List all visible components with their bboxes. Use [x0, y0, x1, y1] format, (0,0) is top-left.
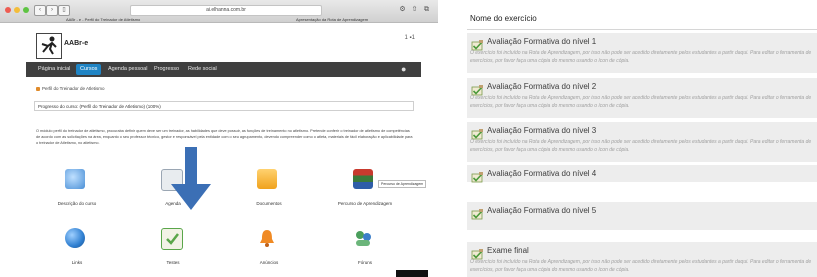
exercise-row[interactable]: Avaliação Formativa do nível 4 [467, 165, 817, 183]
globe-icon [65, 228, 85, 248]
books-icon [353, 169, 373, 189]
user-menu-icon[interactable]: ● [401, 64, 411, 74]
exercise-list-panel: Nome do exercício Avaliação Formativa do… [461, 0, 817, 277]
course-description: O módulo perfil do treinador de atletism… [36, 129, 413, 145]
sidebar-icon[interactable]: ▯ [58, 5, 70, 16]
tests-icon [161, 228, 183, 250]
close-window-icon[interactable] [5, 7, 11, 13]
forward-icon[interactable]: › [46, 5, 58, 16]
exercise-note: O exercício foi incluído na Rota de Apre… [470, 50, 812, 64]
tool-label: Anúncios [259, 260, 279, 265]
menu-item-agenda[interactable]: Agenda pessoal [108, 62, 147, 77]
exercise-name[interactable]: Avaliação Formativa do nível 2 [487, 82, 596, 91]
menu-item-courses[interactable]: Cursos [76, 64, 102, 75]
exercise-note: O exercício foi incluído na Rota de Apre… [470, 139, 812, 153]
menu-item-home[interactable]: Página inicial [38, 62, 70, 77]
address-bar[interactable]: ai.elhanna.com.br [130, 5, 322, 16]
course-icon [36, 86, 40, 91]
tool-label: Links [71, 260, 83, 265]
tool-course-description[interactable]: Descrição do curso [42, 169, 112, 215]
course-progress: Progresso do curso: (Perfil do Treinador… [34, 101, 414, 111]
exercise-row[interactable]: Avaliação Formativa do nível 2 O exercíci… [467, 78, 817, 118]
site-header: AABr-e 1 ▪1 [26, 27, 421, 61]
tool-label: Documentos [256, 201, 282, 206]
breadcrumb-label: Perfil do Treinador de Atletismo [42, 86, 105, 91]
tab-course[interactable]: AABr - e - Perfil do Treinador de Atleti… [66, 17, 140, 22]
tool-label: Testes [166, 260, 180, 265]
forum-icon [353, 228, 373, 248]
annotation-arrow-shaft [185, 147, 197, 187]
exercise-name[interactable]: Avaliação Formativa do nível 3 [487, 126, 596, 135]
menu-item-social[interactable]: Rede social [188, 62, 217, 77]
exercise-row[interactable]: Avaliação Formativa do nível 1 O exercíci… [467, 33, 817, 73]
menu-item-progress[interactable]: Progresso [154, 62, 179, 77]
folder-icon [257, 169, 277, 189]
tool-label: Fóruns [357, 260, 372, 265]
annotation-arrow-icon [171, 184, 211, 210]
bell-icon [257, 228, 277, 248]
share-icon[interactable]: ⇧ [410, 5, 419, 14]
exercise-row[interactable]: Avaliação Formativa do nível 3 O exercíci… [467, 122, 817, 162]
back-icon[interactable]: ‹ [34, 5, 46, 16]
tool-documents[interactable]: Documentos [234, 169, 304, 215]
tool-links[interactable]: Links [42, 228, 112, 274]
exercise-icon [471, 247, 484, 260]
exercise-row[interactable]: Avaliação Formativa do nível 5 [467, 202, 817, 230]
exercise-icon [471, 83, 484, 96]
tool-announcements[interactable]: Anúncios [234, 228, 304, 274]
exercise-row[interactable]: Exame final O exercício foi incluído na R… [467, 242, 817, 277]
athlete-logo-icon[interactable] [36, 33, 62, 59]
tooltip: Percurso de Aprendizagem [378, 180, 427, 188]
tabs-icon[interactable]: ⧉ [422, 5, 431, 14]
exercise-icon [471, 38, 484, 51]
settings-icon[interactable]: ⚙ [398, 5, 407, 14]
breadcrumb[interactable]: Perfil do Treinador de Atletismo [36, 86, 105, 91]
tool-learning-path[interactable]: Percurso de Aprendizagem [330, 169, 400, 215]
overlay-bar [396, 270, 428, 277]
exercise-list-header: Nome do exercício [470, 14, 537, 23]
exercise-note: O exercício foi incluído na Rota de Apre… [470, 259, 812, 273]
site-logo-text: AABr-e [64, 40, 89, 47]
main-menu: Página inicial Cursos Agenda pessoal Pro… [26, 62, 421, 77]
exercise-icon [471, 170, 484, 183]
browser-toolbar: ‹ › ▯ ai.elhanna.com.br ⚙ ⇧ ⧉ AABr - e -… [0, 0, 438, 23]
exercise-note: O exercício foi incluído na Rota de Apre… [470, 95, 812, 109]
maximize-window-icon[interactable] [23, 7, 29, 13]
course-description-icon [65, 169, 85, 189]
tool-tests[interactable]: Testes [138, 228, 208, 274]
tool-label: Descrição do curso [57, 201, 97, 206]
exercise-name[interactable]: Exame final [487, 246, 529, 255]
exercise-name[interactable]: Avaliação Formativa do nível 4 [487, 169, 596, 178]
notification-icons[interactable]: 1 ▪1 [405, 35, 415, 41]
tool-forums[interactable]: Fóruns [330, 228, 400, 274]
exercise-name[interactable]: Avaliação Formativa do nível 1 [487, 37, 596, 46]
minimize-window-icon[interactable] [14, 7, 20, 13]
browser-screenshot-panel: ‹ › ▯ ai.elhanna.com.br ⚙ ⇧ ⧉ AABr - e -… [0, 0, 438, 277]
header-divider [467, 29, 817, 30]
exercise-icon [471, 127, 484, 140]
tab-learning-path[interactable]: Apresentação da Rota de Aprendizagem [296, 17, 368, 22]
exercise-name[interactable]: Avaliação Formativa do nível 5 [487, 206, 596, 215]
exercise-icon [471, 207, 484, 220]
tool-label: Percurso de Aprendizagem [337, 201, 393, 206]
